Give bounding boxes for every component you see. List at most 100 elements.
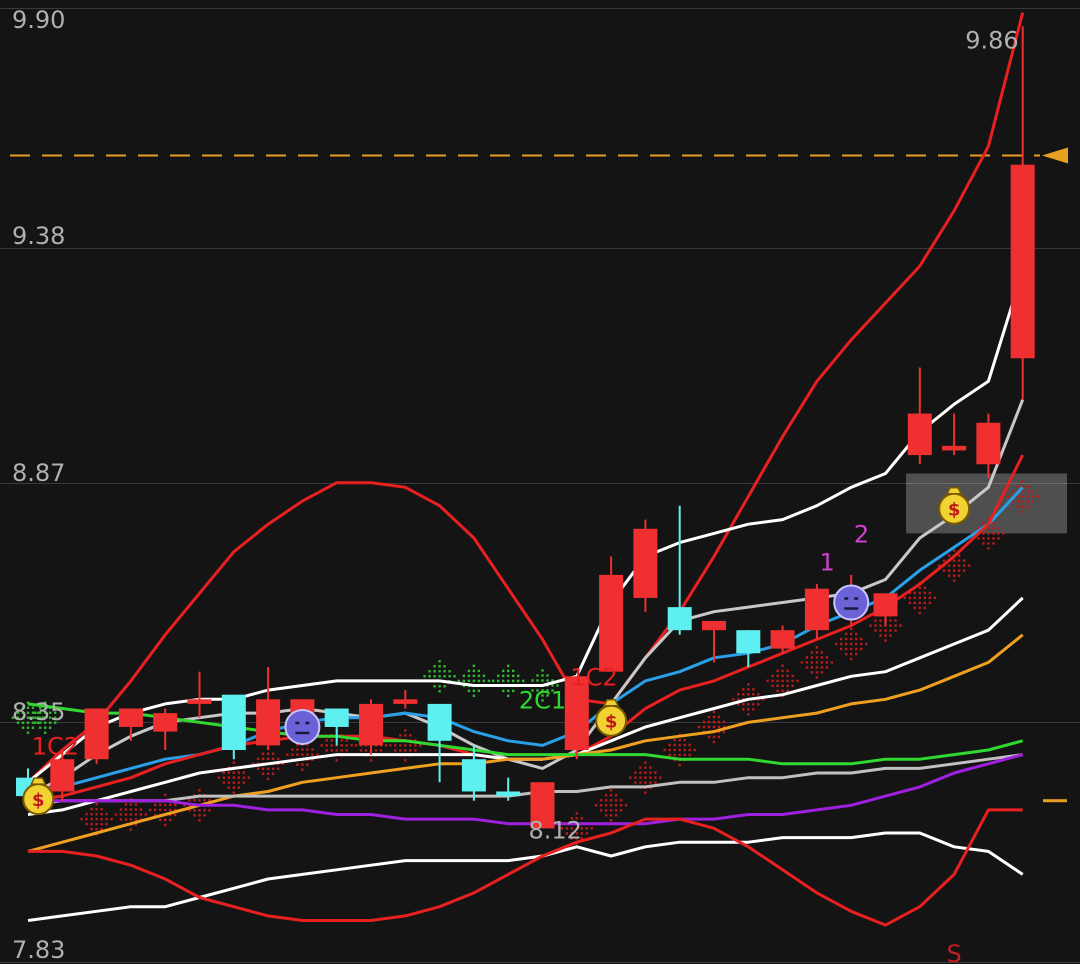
y-tick-label: 8.87 xyxy=(12,459,65,487)
dot xyxy=(105,812,108,816)
up-candle xyxy=(873,593,898,626)
dot xyxy=(683,738,686,742)
dot xyxy=(619,804,623,807)
dot xyxy=(507,694,510,698)
dot xyxy=(712,715,716,719)
dot xyxy=(198,814,201,817)
dot xyxy=(306,748,309,751)
dot xyxy=(908,596,911,600)
dot xyxy=(1021,495,1024,498)
dot xyxy=(830,661,834,664)
dot xyxy=(502,669,505,673)
dot xyxy=(850,642,853,646)
dot xyxy=(433,670,436,673)
dot xyxy=(482,674,486,678)
dot xyxy=(644,761,647,764)
dot xyxy=(639,776,642,779)
red-dot-marker xyxy=(697,710,731,744)
money-bag-icon: $ xyxy=(595,698,628,737)
dot xyxy=(693,748,696,752)
dot xyxy=(786,684,789,688)
dot xyxy=(781,664,784,668)
dot xyxy=(781,679,784,683)
dot xyxy=(850,657,853,661)
dot xyxy=(193,799,196,802)
dot xyxy=(100,817,103,821)
dot xyxy=(957,574,961,577)
dot xyxy=(301,748,304,751)
dot xyxy=(472,689,476,693)
dot xyxy=(737,693,740,696)
dot xyxy=(781,689,784,693)
dot xyxy=(639,781,642,784)
label-layer: 9.90 9.38 8.87 8.35 7.83 9.86 8.12 xyxy=(12,6,1019,964)
dot xyxy=(174,803,177,807)
dot xyxy=(702,725,706,729)
dot xyxy=(453,675,456,678)
dot xyxy=(884,634,887,637)
dot xyxy=(384,744,388,747)
y-tick-label: 7.83 xyxy=(12,936,65,964)
dot xyxy=(967,564,971,567)
dot xyxy=(644,791,647,794)
dot xyxy=(110,817,113,821)
dot xyxy=(683,743,686,747)
green-dot-marker xyxy=(423,660,456,693)
dot xyxy=(987,542,990,545)
dot xyxy=(992,532,995,535)
dot xyxy=(815,656,819,659)
candle-body xyxy=(804,588,829,631)
dot xyxy=(850,632,853,636)
dot xyxy=(874,619,877,622)
dot xyxy=(409,749,412,752)
dot xyxy=(1016,505,1019,508)
dot xyxy=(884,629,887,632)
dot xyxy=(776,679,779,683)
dot xyxy=(169,803,172,807)
dot xyxy=(1026,485,1029,488)
dot xyxy=(668,753,671,757)
dot xyxy=(942,569,946,572)
dot xyxy=(654,781,657,784)
signal-annotation-label: 2 xyxy=(854,521,869,549)
dot xyxy=(100,822,103,826)
dot xyxy=(502,679,505,683)
dot xyxy=(860,647,863,651)
dot xyxy=(237,776,240,779)
dot xyxy=(203,809,206,812)
indicator-line-3 xyxy=(27,486,1024,793)
dot xyxy=(609,799,613,802)
dot xyxy=(947,564,951,567)
dot xyxy=(604,794,608,797)
up-candle xyxy=(942,413,967,456)
candle-body xyxy=(84,708,109,760)
dot xyxy=(433,665,436,668)
dot xyxy=(947,554,951,557)
dot xyxy=(438,690,441,693)
dot xyxy=(31,726,35,729)
dollar-glyph: $ xyxy=(948,500,961,521)
dot xyxy=(164,803,167,807)
dot xyxy=(855,642,858,646)
dot xyxy=(952,559,956,562)
dot xyxy=(306,763,309,766)
dot xyxy=(193,814,196,817)
dot xyxy=(448,670,451,673)
dot xyxy=(512,679,515,683)
y-tick-label: 8.35 xyxy=(12,698,65,726)
dot xyxy=(311,753,314,756)
dot xyxy=(1016,500,1019,503)
dot-marker-layer xyxy=(11,480,1039,845)
dot xyxy=(276,767,280,771)
dot xyxy=(438,665,441,668)
dot xyxy=(237,771,240,774)
up-candle xyxy=(633,519,658,612)
candle-body xyxy=(427,703,452,741)
dot xyxy=(585,827,588,830)
dot xyxy=(134,813,138,816)
dot xyxy=(394,744,397,747)
dot xyxy=(639,771,642,774)
dot xyxy=(316,753,319,756)
dot xyxy=(266,767,270,771)
dot xyxy=(913,596,916,600)
